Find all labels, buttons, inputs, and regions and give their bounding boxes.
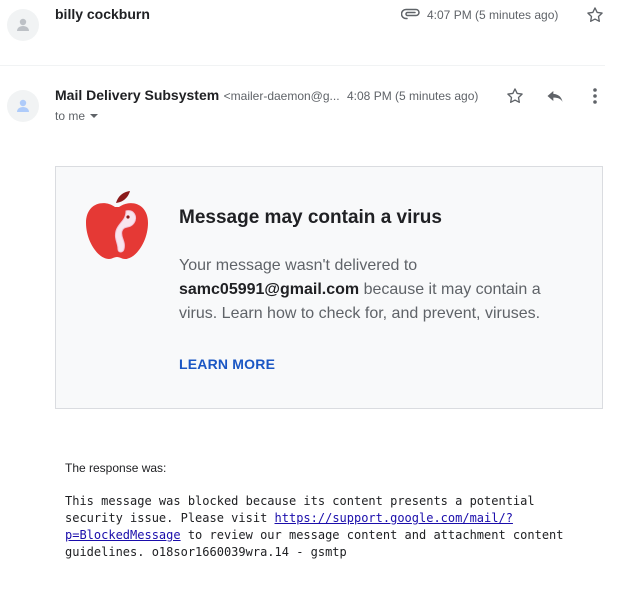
recipient-toggle[interactable]: to me <box>55 109 99 123</box>
recipient-label: to me <box>55 109 86 123</box>
sender-email[interactable]: <mailer-daemon@g... <box>224 89 340 103</box>
recipient-email: samc05991@gmail.com <box>179 281 360 298</box>
learn-more-link[interactable]: LEARN MORE <box>179 356 275 372</box>
star-icon[interactable] <box>504 85 526 107</box>
avatar-icon <box>17 18 29 31</box>
reply-icon[interactable] <box>543 85 567 107</box>
sender-name[interactable]: billy cockburn <box>55 6 150 22</box>
chevron-down-icon <box>90 114 99 118</box>
sender-line: Mail Delivery Subsystem <mailer-daemon@g… <box>55 87 340 105</box>
avatar-icon <box>17 99 29 112</box>
message-time: 4:07 PM (5 minutes ago) <box>427 8 559 22</box>
warning-title: Message may contain a virus <box>179 207 442 228</box>
message-time: 4:08 PM (5 minutes ago) <box>347 89 479 103</box>
virus-warning-card: Message may contain a virus Your message… <box>55 166 603 409</box>
star-icon[interactable] <box>584 4 606 26</box>
sender-avatar[interactable] <box>7 90 39 122</box>
response-text: This message was blocked because its con… <box>65 493 595 561</box>
warning-message: Your message wasn't delivered to samc059… <box>179 254 549 326</box>
response-label: The response was: <box>65 461 167 475</box>
message-divider <box>0 65 605 66</box>
warning-message-prefix: Your message wasn't delivered to <box>179 257 418 274</box>
sender-name[interactable]: Mail Delivery Subsystem <box>55 87 219 103</box>
sender-avatar[interactable] <box>7 9 39 41</box>
attachment-icon <box>400 6 422 22</box>
apple-worm-icon <box>86 191 148 259</box>
more-vert-icon[interactable] <box>585 85 605 107</box>
